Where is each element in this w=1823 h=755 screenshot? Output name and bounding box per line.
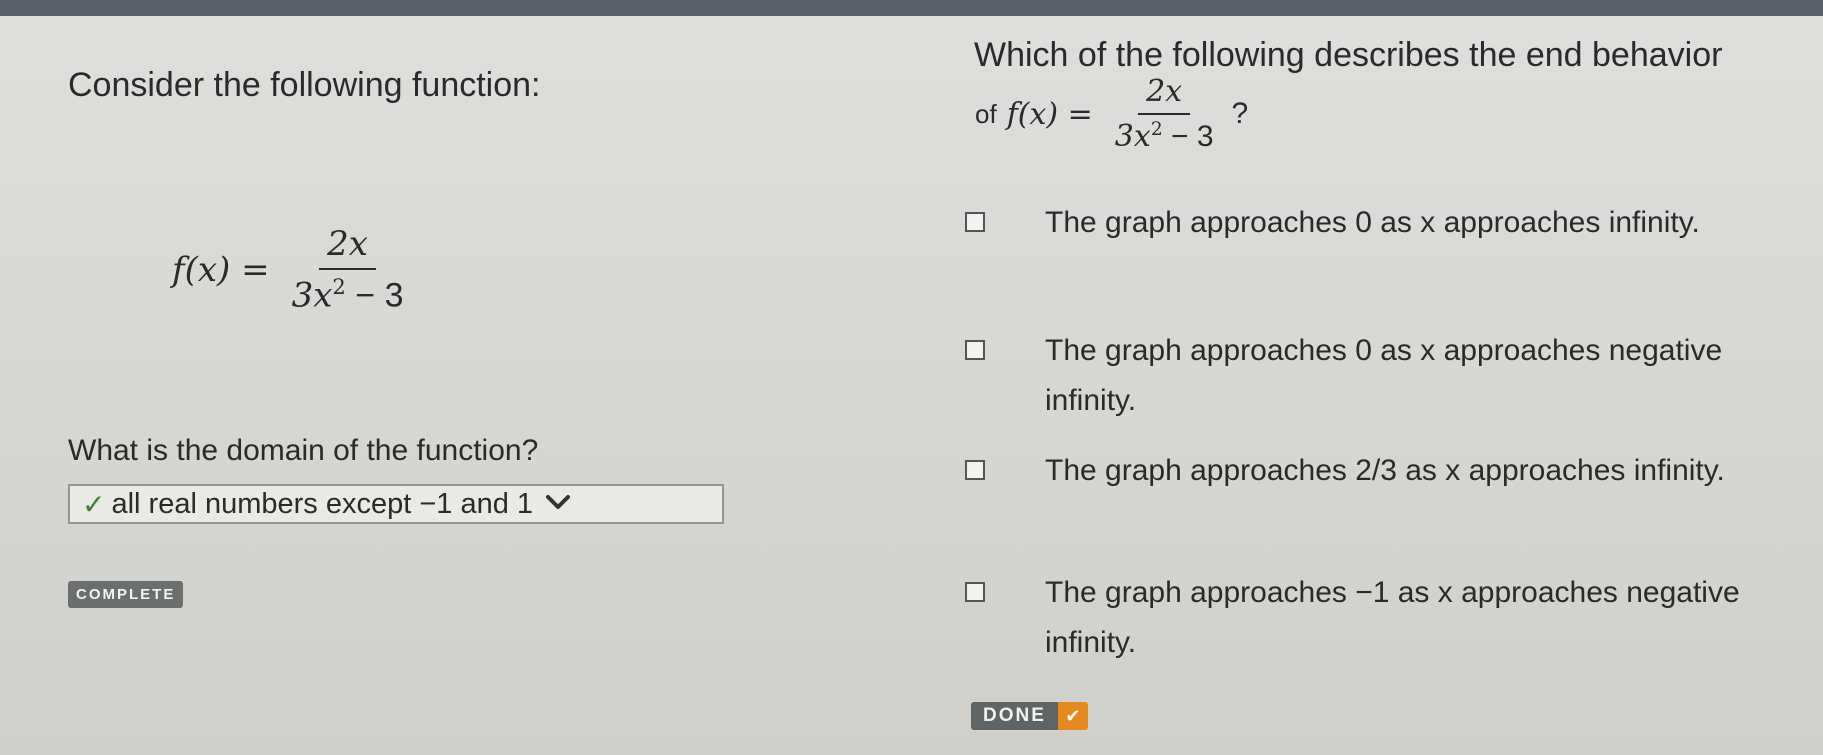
den-base: 3x [1114, 119, 1151, 154]
done-button[interactable]: DONE ✔ [971, 702, 1088, 730]
check-icon: ✓ [82, 488, 106, 520]
formula-numerator: 2x [1138, 74, 1191, 115]
den-exponent: 2 [332, 274, 346, 299]
option-text: The graph approaches −1 as x approaches … [1045, 576, 1740, 659]
formula-fraction: 2x 3x2 − 3 [284, 224, 412, 315]
domain-answer-value: all real numbers except −1 and 1 [111, 487, 534, 520]
den-rest: − 3 [345, 276, 404, 315]
end-behavior-question: Which of the following describes the end… [974, 36, 1723, 74]
checkmark-icon: ✔ [1057, 702, 1088, 730]
top-bar [0, 0, 1823, 16]
option-checkbox[interactable] [965, 582, 985, 602]
answer-option-2[interactable]: The graph approaches 0 as x approaches n… [965, 332, 1785, 426]
formula-denominator: 3x2 − 3 [284, 270, 412, 315]
formula-fraction: 2x 3x2 − 3 [1107, 74, 1222, 154]
den-base: 3x [291, 275, 333, 316]
formula-lhs: f(x) = [1006, 96, 1093, 132]
question-panel: Consider the following function: f(x) = … [0, 16, 1823, 755]
option-text: The graph approaches 0 as x approaches i… [1045, 206, 1700, 239]
option-checkbox[interactable] [965, 460, 985, 480]
complete-badge: COMPLETE [68, 581, 184, 608]
done-button-label: DONE [971, 702, 1058, 730]
den-exponent: 2 [1150, 119, 1163, 140]
option-text: The graph approaches 2/3 as x approaches… [1045, 454, 1725, 487]
question-mark: ? [1231, 97, 1249, 130]
question-lead: of [975, 98, 997, 129]
answer-option-1[interactable]: The graph approaches 0 as x approaches i… [965, 204, 1785, 248]
intro-text: Consider the following function: [68, 66, 541, 104]
option-text: The graph approaches 0 as x approaches n… [1045, 334, 1723, 417]
option-checkbox[interactable] [965, 212, 985, 232]
option-checkbox[interactable] [965, 340, 985, 360]
question-function-formula: of f(x) = 2x 3x2 − 3 ? [975, 74, 1248, 154]
formula-numerator: 2x [319, 224, 376, 270]
answer-option-4[interactable]: The graph approaches −1 as x approaches … [965, 574, 1785, 668]
answer-option-3[interactable]: The graph approaches 2/3 as x approaches… [965, 452, 1785, 496]
domain-question: What is the domain of the function? [68, 434, 539, 467]
formula-denominator: 3x2 − 3 [1107, 115, 1222, 154]
chevron-down-icon[interactable] [545, 491, 571, 517]
formula-lhs: f(x) = [172, 249, 270, 290]
domain-answer-dropdown[interactable]: ✓ all real numbers except −1 and 1 [68, 484, 724, 524]
left-function-formula: f(x) = 2x 3x2 − 3 [172, 224, 412, 315]
den-rest: − 3 [1162, 120, 1214, 153]
